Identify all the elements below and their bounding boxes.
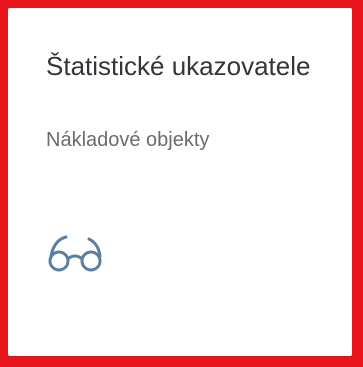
selection-highlight-frame: Štatistické ukazovatele Nákladové objekt… xyxy=(0,0,363,367)
tile-subtitle: Nákladové objekty xyxy=(46,129,210,151)
glasses-icon xyxy=(46,231,110,279)
launchpad-tile[interactable]: Štatistické ukazovatele Nákladové objekt… xyxy=(8,8,352,356)
tile-title: Štatistické ukazovatele xyxy=(46,51,311,81)
